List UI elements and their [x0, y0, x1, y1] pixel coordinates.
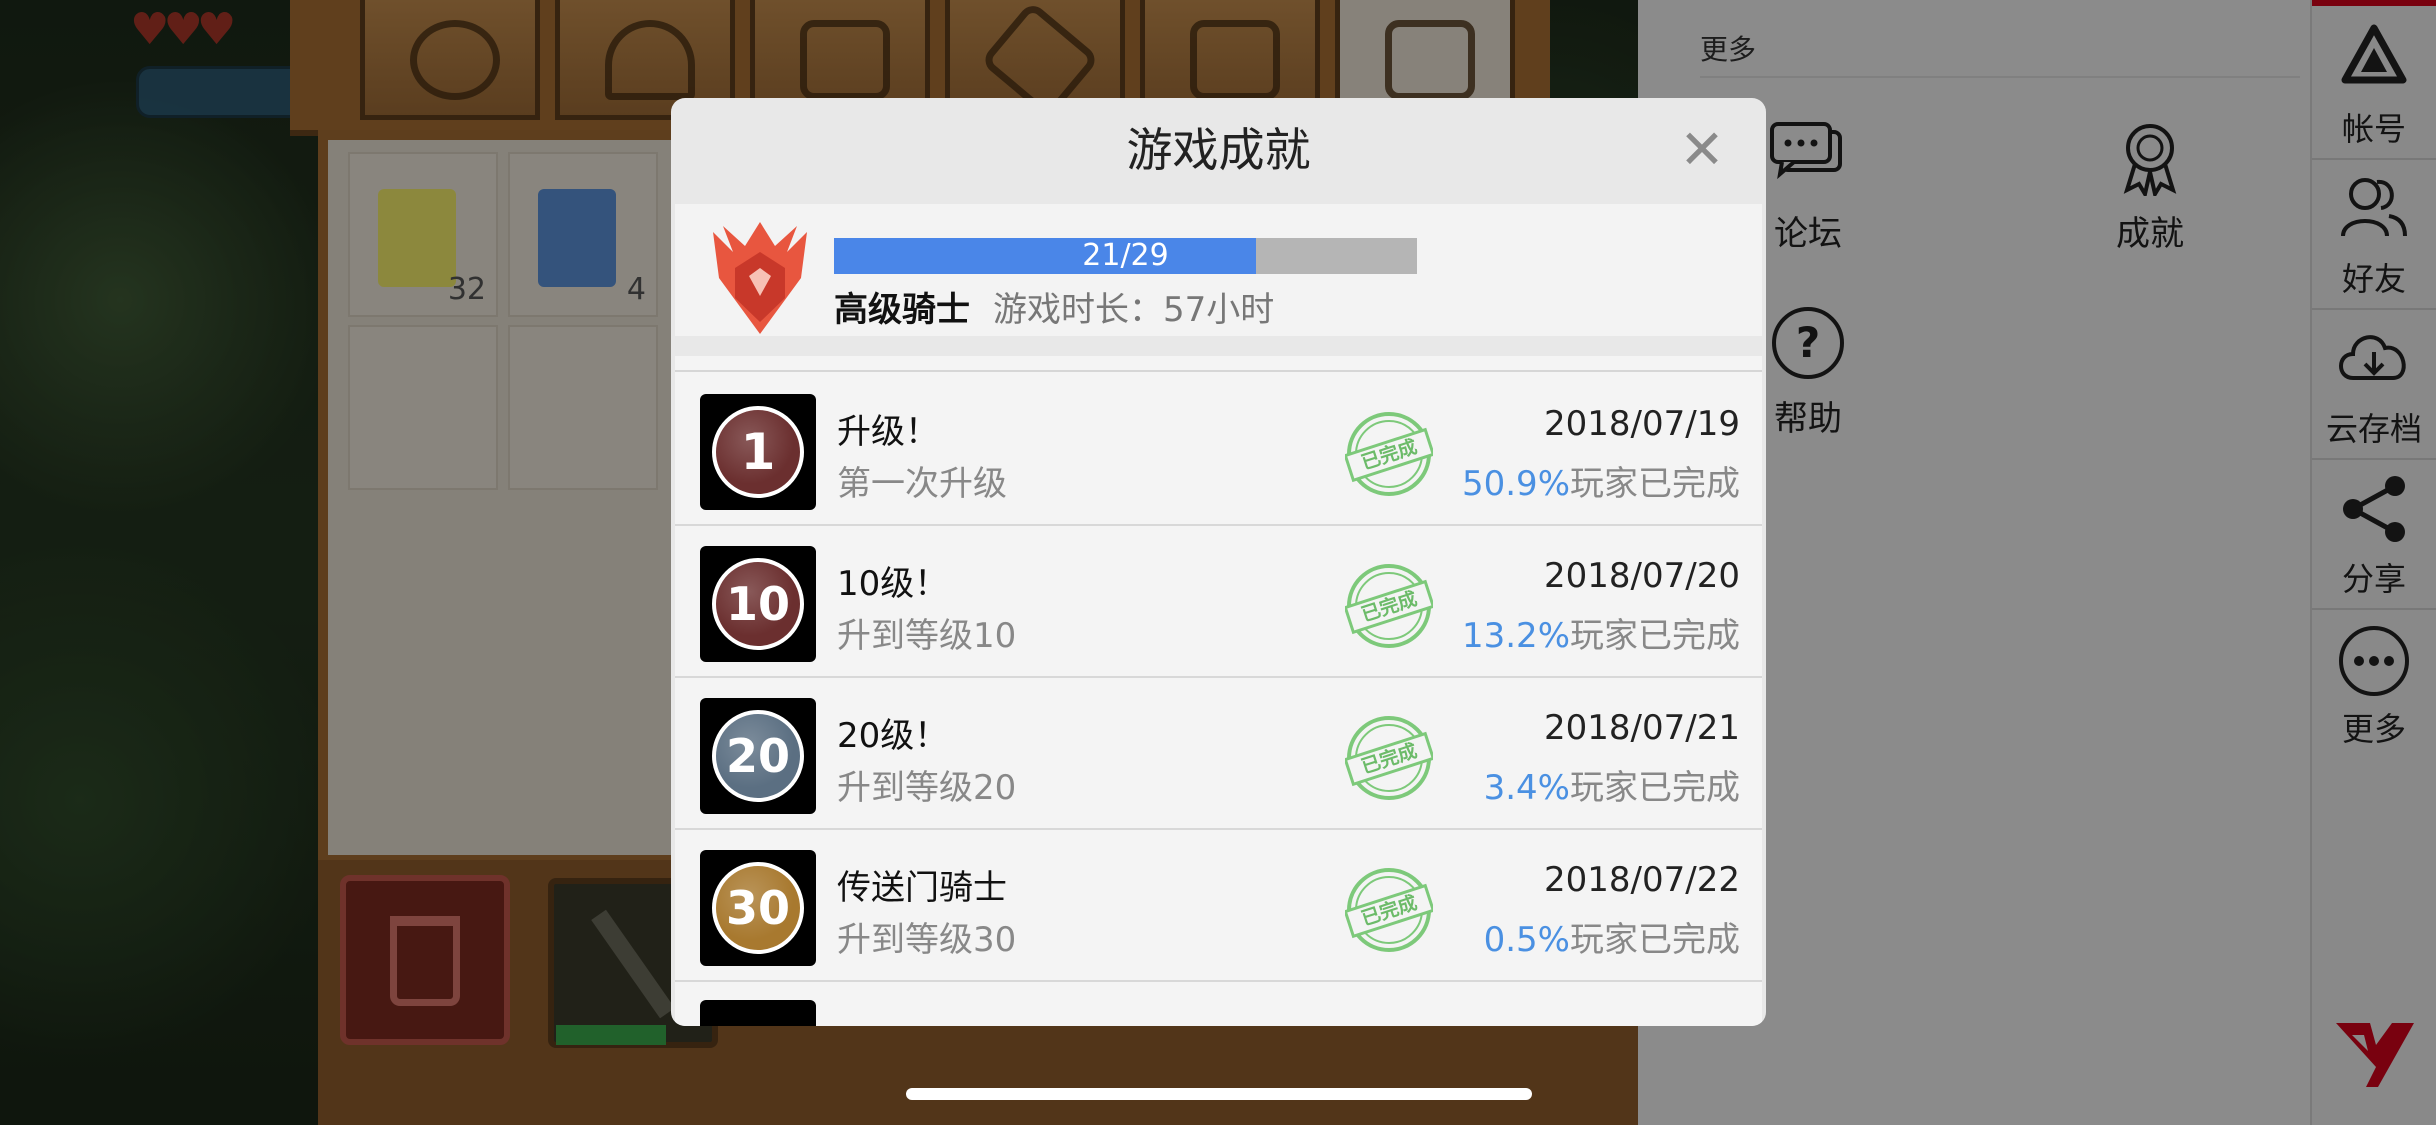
completed-stamp-icon: 已完成 [1343, 866, 1436, 954]
completion-percent: 50.9% [1461, 464, 1570, 504]
achievement-badge-icon [700, 1000, 816, 1026]
completion-percent: 13.2% [1461, 616, 1570, 656]
achievements-dialog: 游戏成就 ✕ 21/29 高级骑士 游戏时长：57小时 1 升级！ 第一次升级 已完成… [671, 98, 1766, 1026]
achievement-title: 传送门骑士 [837, 868, 1007, 908]
achievement-description: 升到等级30 [837, 920, 1017, 960]
home-indicator[interactable] [906, 1088, 1532, 1100]
list-item-partial [675, 980, 1762, 1026]
completion-rate: 13.2%玩家已完成 [1462, 608, 1740, 657]
completed-stamp-icon: 已完成 [1343, 410, 1436, 498]
badge-number: 30 [712, 862, 804, 954]
badge-number: 10 [712, 558, 804, 650]
achievement-badge-icon: 30 [700, 850, 816, 966]
rank-name: 高级骑士 [834, 290, 970, 330]
playtime: 游戏时长：57小时 [993, 282, 1274, 331]
divider [675, 370, 1762, 372]
completed-stamp-icon: 已完成 [1343, 562, 1436, 650]
achievement-title: 20级！ [837, 716, 949, 756]
close-button[interactable]: ✕ [1672, 120, 1732, 180]
completion-percent: 0.5% [1483, 920, 1570, 960]
badge-number: 1 [712, 406, 804, 498]
achievement-title: 升级！ [837, 412, 939, 452]
achievement-row[interactable]: 30 传送门骑士升到等级30 已完成 2018/07/22 0.5%玩家已完成 [675, 830, 1762, 982]
achievement-row[interactable]: 10 10级！ 升到等级10 已完成 2018/07/20 13.2%玩家已完成 [675, 526, 1762, 678]
achievement-badge-icon: 10 [700, 546, 816, 662]
achievement-progress-bar: 21/29 [834, 238, 1417, 274]
playtime-value: 57小时 [1163, 290, 1275, 330]
achievement-title: 10级！ [837, 564, 949, 604]
achievement-badge-icon: 20 [700, 698, 816, 814]
knight-rank-emblem-icon [705, 218, 815, 338]
achievement-description: 第一次升级 [837, 464, 1007, 504]
completion-rate: 50.9%玩家已完成 [1462, 456, 1740, 505]
badge-number: 20 [712, 710, 804, 802]
achievement-description: 升到等级10 [837, 616, 1017, 656]
achievement-date: 2018/07/22 [1544, 860, 1740, 900]
achievement-list[interactable]: 1 升级！ 第一次升级 已完成 2018/07/19 50.9%玩家已完成 10 10级！ 升到… [675, 356, 1762, 1026]
completion-suffix: 玩家已完成 [1570, 920, 1740, 960]
achievement-row[interactable]: 1 升级！ 第一次升级 已完成 2018/07/19 50.9%玩家已完成 [675, 374, 1762, 526]
completion-suffix: 玩家已完成 [1570, 464, 1740, 504]
achievement-description: 升到等级20 [837, 768, 1017, 808]
completion-suffix: 玩家已完成 [1570, 768, 1740, 808]
playtime-label: 游戏时长： [993, 290, 1163, 330]
dialog-title: 游戏成就 [1126, 123, 1311, 177]
completion-suffix: 玩家已完成 [1570, 616, 1740, 656]
achievement-row[interactable]: 20 20级！ 升到等级20 已完成 2018/07/21 3.4%玩家已完成 [675, 678, 1762, 830]
completion-percent: 3.4% [1483, 768, 1570, 808]
progress-text: 21/29 [1082, 238, 1169, 273]
achievement-badge-icon: 1 [700, 394, 816, 510]
achievement-date: 2018/07/21 [1544, 708, 1740, 748]
completion-rate: 3.4%玩家已完成 [1484, 760, 1740, 809]
completed-stamp-icon: 已完成 [1343, 714, 1436, 802]
completion-rate: 0.5%玩家已完成 [1484, 912, 1740, 961]
achievement-date: 2018/07/19 [1544, 404, 1740, 444]
achievement-date: 2018/07/20 [1544, 556, 1740, 596]
